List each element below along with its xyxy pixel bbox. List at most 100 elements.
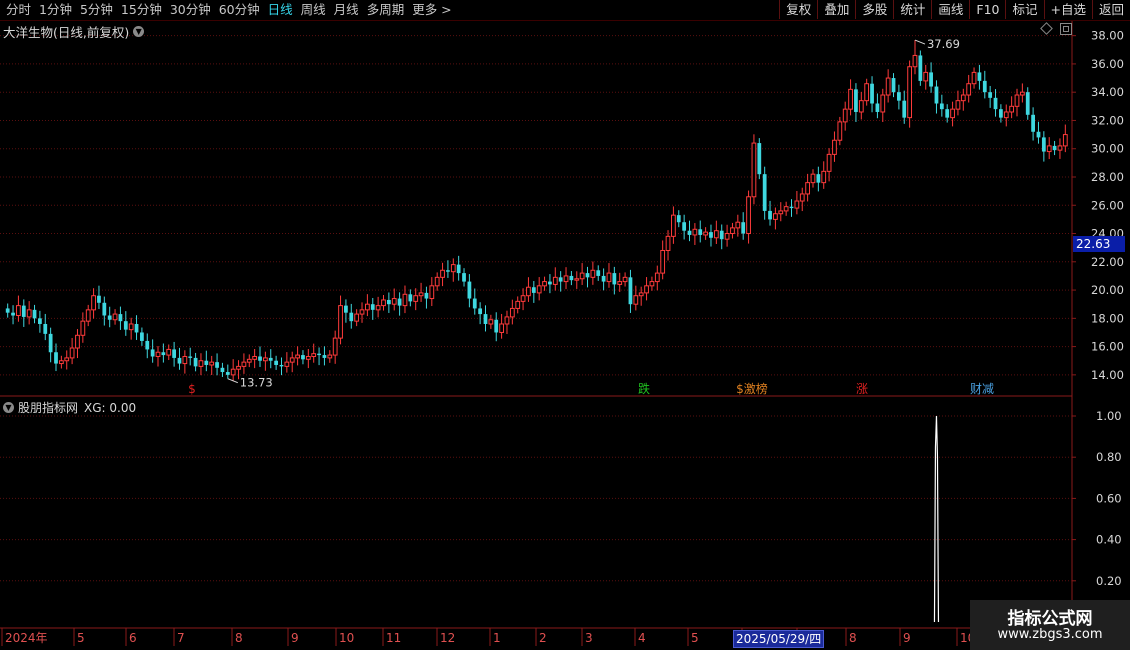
x-axis-label: 1	[493, 631, 501, 645]
candle-body	[434, 276, 440, 287]
candle-body	[907, 66, 913, 119]
candle-body	[542, 281, 547, 287]
event-marker: 涨	[856, 381, 868, 396]
candle-body	[682, 222, 687, 231]
indicator-title: ▼ 股朋指标网 XG: 0.00	[3, 399, 136, 416]
candle-body	[365, 303, 370, 311]
candle-body	[993, 97, 998, 110]
chevron-down-icon[interactable]: ▼	[3, 402, 14, 413]
indicator-tick-label: 0.40	[1096, 533, 1122, 547]
candle-body	[209, 361, 215, 366]
candle-body	[456, 264, 461, 274]
candle-body	[713, 230, 719, 239]
candle-body	[816, 174, 821, 183]
candle-body	[515, 300, 521, 309]
candle-body	[939, 103, 944, 110]
kline-chart[interactable]: 38.0036.0034.0032.0030.0028.0026.0024.00…	[0, 0, 1130, 650]
event-marker: 财减	[970, 382, 994, 396]
candle-body	[687, 230, 692, 235]
candle-body	[596, 270, 601, 276]
candle-body	[69, 347, 75, 359]
xg-value: XG: 0.00	[84, 400, 137, 415]
candle-body	[123, 321, 128, 330]
candle-body	[301, 355, 305, 360]
candle-body	[526, 286, 531, 297]
candle-body	[322, 355, 327, 358]
candle-body	[58, 360, 64, 365]
candle-body	[268, 357, 273, 361]
candle-body	[929, 72, 933, 87]
candle-body	[166, 348, 172, 356]
candle-body	[246, 358, 252, 363]
stock-title: 大洋生物(日线,前复权)	[3, 25, 130, 40]
x-axis-label: 8	[849, 631, 857, 645]
candle-body	[225, 372, 230, 375]
candle-body	[644, 285, 649, 294]
candle-body	[150, 349, 155, 357]
candle-body	[665, 235, 671, 251]
candle-body	[279, 364, 284, 367]
candle-body	[864, 83, 870, 102]
indicator-tick-label: 1.00	[1096, 409, 1122, 423]
candle-body	[730, 227, 735, 235]
candle-body	[762, 174, 767, 211]
candle-body	[161, 352, 166, 356]
candle-body	[531, 287, 536, 293]
candle-body	[107, 315, 112, 320]
candle-body	[698, 229, 703, 235]
candle-body	[386, 299, 391, 305]
candle-body	[48, 333, 53, 353]
candle-body	[488, 319, 494, 325]
candle-body	[854, 89, 858, 112]
candle-body	[215, 362, 219, 368]
candle-body	[875, 103, 880, 112]
candle-body	[1041, 137, 1046, 152]
candle-body	[155, 351, 161, 357]
candle-body	[85, 309, 91, 322]
high-pointer	[914, 39, 926, 45]
candle-body	[746, 196, 751, 235]
candle-body	[654, 272, 660, 283]
candle-body	[21, 305, 26, 317]
candle-body	[1025, 92, 1030, 115]
candle-body	[671, 214, 676, 237]
candle-body	[709, 232, 713, 238]
candle-body	[462, 273, 466, 282]
candle-body	[794, 200, 800, 209]
candle-body	[408, 294, 413, 302]
candle-body	[1057, 145, 1063, 151]
candle-body	[467, 281, 472, 299]
candle-body	[220, 367, 225, 373]
window-toggle-icon[interactable]	[1060, 23, 1072, 35]
candle-body	[923, 71, 929, 82]
event-marker: 跌	[638, 381, 650, 396]
candle-body	[446, 270, 450, 272]
high-price-label: 37.69	[927, 37, 960, 51]
candle-body	[311, 353, 317, 357]
candle-body	[236, 365, 241, 370]
chevron-down-icon[interactable]: ▼	[133, 26, 145, 37]
candle-body	[26, 309, 32, 318]
candle-body	[768, 210, 772, 220]
price-tick-label: 14.00	[1091, 368, 1124, 382]
watermark-url: www.zbgs3.com	[997, 627, 1103, 642]
candle-body	[370, 304, 375, 310]
candle-body	[601, 275, 606, 282]
candle-body	[1062, 134, 1068, 147]
candle-body	[413, 295, 419, 302]
candle-body	[332, 337, 338, 356]
candle-body	[805, 182, 811, 195]
candle-body	[128, 323, 134, 331]
candle-body	[1003, 111, 1009, 119]
candle-body	[5, 308, 10, 313]
candle-body	[590, 269, 596, 278]
event-marker: $	[188, 382, 196, 396]
candle-body	[402, 293, 408, 307]
candle-body	[891, 78, 896, 93]
candle-body	[842, 108, 848, 123]
candle-body	[757, 143, 762, 175]
low-price-label: 13.73	[240, 376, 273, 390]
candle-body	[934, 86, 939, 104]
indicator-tick-label: 0.80	[1096, 450, 1122, 464]
candle-body	[558, 277, 563, 282]
